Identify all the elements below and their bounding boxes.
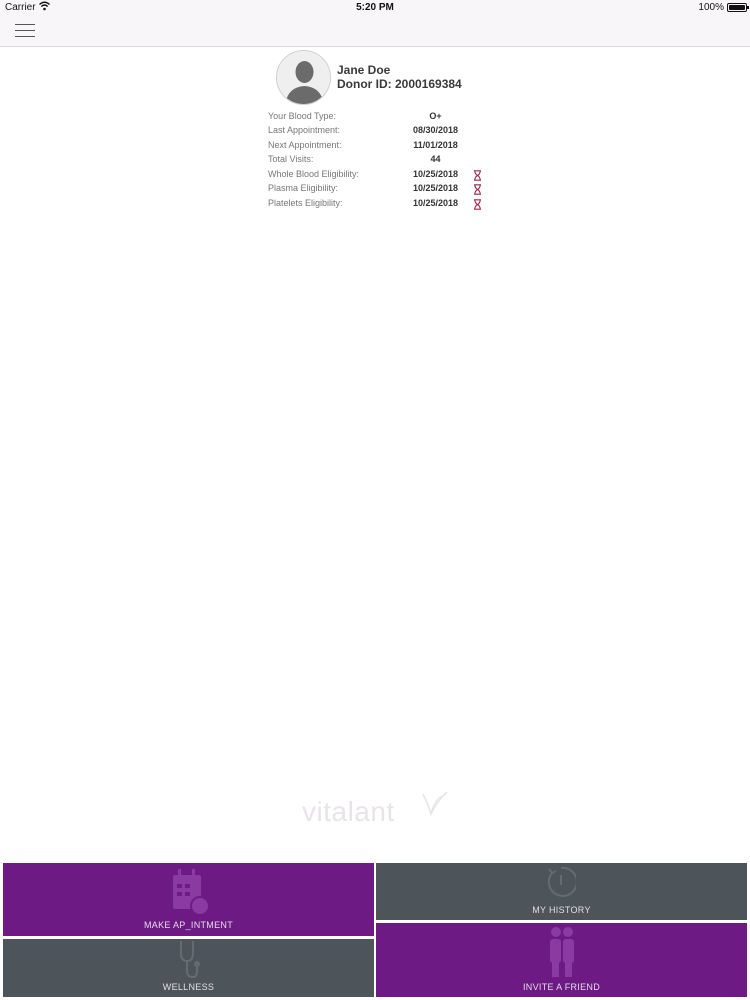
- info-label: Whole Blood Eligibility:: [268, 169, 360, 179]
- avatar: [276, 50, 331, 105]
- vitalant-logo: vitalant: [302, 790, 452, 830]
- logo-text: vitalant: [302, 796, 395, 827]
- info-label: Plasma Eligibility:: [268, 183, 339, 193]
- wellness-label: WELLNESS: [162, 982, 215, 992]
- info-label: Last Appointment:: [268, 125, 341, 135]
- info-label: Next Appointment:: [268, 140, 342, 150]
- info-value: 11/01/2018: [413, 140, 458, 150]
- info-row-platelets-eligibility: Platelets Eligibility: 10/25/2018: [268, 198, 498, 212]
- hamburger-icon[interactable]: [15, 22, 37, 40]
- stethoscope-icon: [180, 941, 200, 979]
- donor-name: Jane Doe: [337, 63, 391, 77]
- info-row-next-appointment: Next Appointment: 11/01/2018: [268, 140, 498, 154]
- info-label: Your Blood Type:: [268, 111, 337, 121]
- people-icon: [550, 927, 574, 977]
- history-clock-icon: [547, 866, 576, 897]
- info-value: O+: [429, 111, 442, 121]
- info-value: 10/25/2018: [412, 183, 459, 193]
- wellness-button[interactable]: WELLNESS: [3, 939, 374, 997]
- hourglass-icon[interactable]: [473, 184, 482, 195]
- my-history-label: MY HISTORY: [532, 905, 591, 915]
- info-row-last-appointment: Last Appointment: 08/30/2018: [268, 125, 498, 139]
- status-bar: Carrier 5:20 PM 100%: [0, 0, 750, 16]
- info-row-whole-blood-eligibility: Whole Blood Eligibility: 10/25/2018: [268, 169, 498, 183]
- info-label: Platelets Eligibility:: [268, 198, 343, 208]
- info-value: 44: [430, 154, 441, 164]
- info-value: 10/25/2018: [412, 169, 459, 179]
- my-history-button[interactable]: MY HISTORY: [376, 863, 747, 920]
- info-row-total-visits: Total Visits: 44: [268, 154, 498, 168]
- battery-icon: [727, 3, 749, 12]
- hourglass-icon[interactable]: [473, 170, 482, 181]
- invite-friend-button[interactable]: INVITE A FRIEND: [376, 923, 747, 997]
- info-row-blood-type: Your Blood Type: O+: [268, 111, 498, 125]
- info-value: 08/30/2018: [412, 125, 459, 135]
- invite-friend-label: INVITE A FRIEND: [522, 982, 600, 992]
- clock-time: 5:20 PM: [356, 2, 394, 13]
- calendar-clock-icon: [173, 869, 210, 916]
- nav-bar: [0, 16, 750, 47]
- leaf-icon: [422, 791, 448, 816]
- donor-id: Donor ID: 2000169384: [337, 77, 462, 91]
- info-label: Total Visits:: [268, 154, 314, 164]
- info-value: 10/25/2018: [412, 198, 459, 208]
- make-appointment-button[interactable]: MAKE AP_INTMENT: [3, 863, 374, 936]
- battery-percent: 100%: [698, 2, 724, 13]
- info-row-plasma-eligibility: Plasma Eligibility: 10/25/2018: [268, 183, 498, 197]
- hourglass-icon[interactable]: [473, 199, 482, 210]
- person-silhouette-icon: [277, 51, 330, 104]
- make-appointment-label: MAKE AP_INTMENT: [143, 920, 233, 930]
